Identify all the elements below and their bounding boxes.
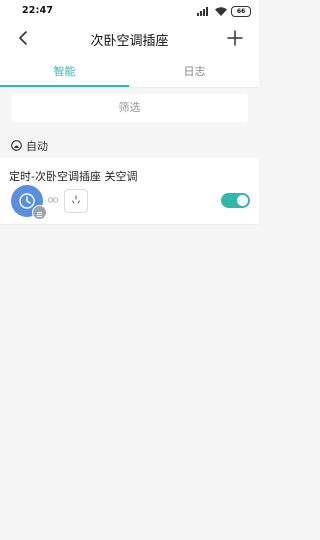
toggle-knob bbox=[237, 195, 248, 206]
signal-icon bbox=[197, 6, 208, 16]
filter-button[interactable]: 筛选 bbox=[11, 94, 248, 122]
tab-log[interactable]: 日志 bbox=[130, 57, 259, 87]
rule-card[interactable]: 定时-次卧空调插座 关空调 bbox=[0, 158, 259, 225]
rule-title: 定时-次卧空调插座 关空调 bbox=[9, 170, 138, 183]
status-bar: 22:47 66 bbox=[0, 0, 259, 22]
section-label: 自动 bbox=[26, 140, 48, 153]
add-icon[interactable] bbox=[225, 28, 245, 48]
status-time: 22:47 bbox=[22, 5, 54, 16]
rule-toggle[interactable] bbox=[221, 193, 250, 208]
auto-icon bbox=[11, 140, 22, 151]
tab-bar: 智能 日志 bbox=[0, 57, 259, 87]
status-icons: 66 bbox=[197, 5, 251, 17]
outlet-icon bbox=[72, 195, 80, 204]
battery-icon: 66 bbox=[231, 5, 251, 17]
list-lines-icon bbox=[37, 212, 42, 217]
list-badge-icon bbox=[32, 205, 47, 220]
tab-smart[interactable]: 智能 bbox=[0, 57, 129, 87]
wifi-icon bbox=[215, 6, 227, 16]
section-header-auto: 自动 bbox=[0, 131, 259, 158]
nav-bar: 次卧空调插座 bbox=[0, 22, 259, 56]
link-icon bbox=[47, 197, 59, 203]
socket-device-icon bbox=[64, 189, 88, 213]
page-title: 次卧空调插座 bbox=[90, 34, 169, 49]
